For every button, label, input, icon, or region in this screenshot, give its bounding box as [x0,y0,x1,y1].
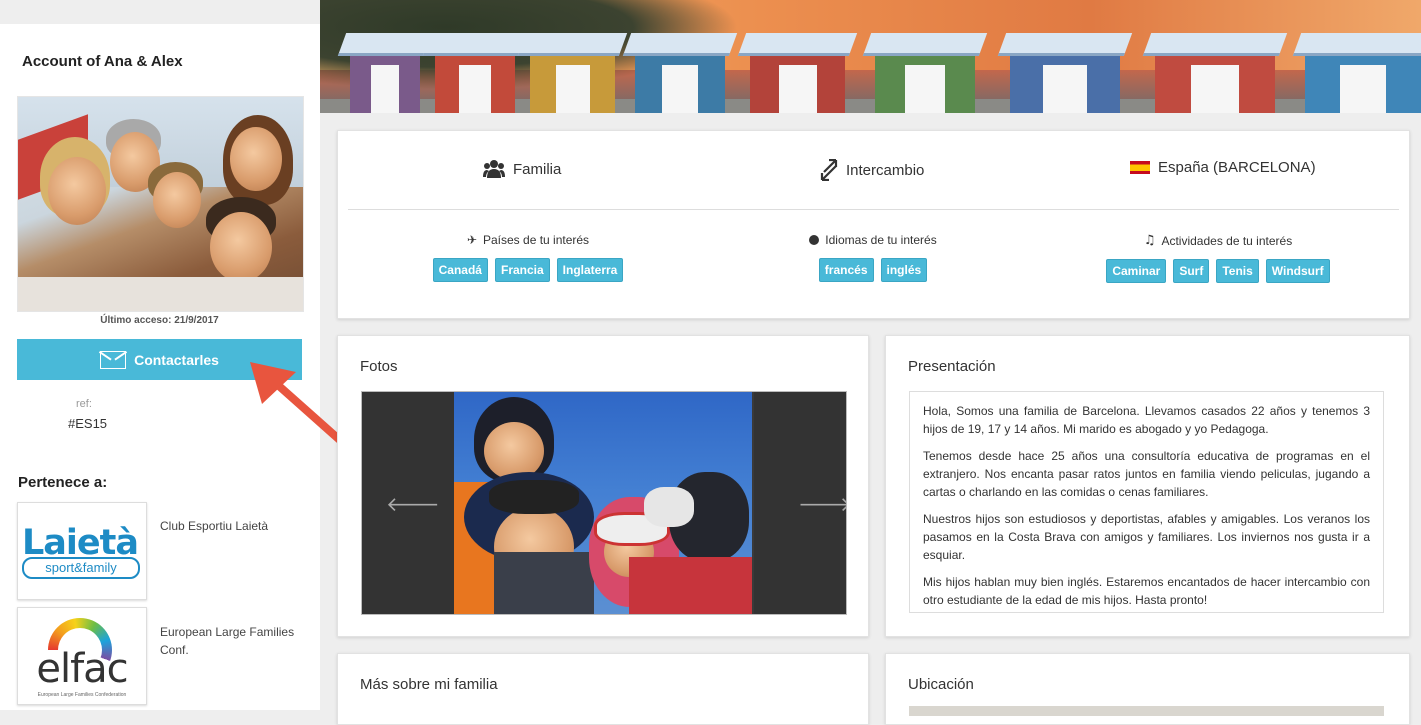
org-name-laieta[interactable]: Club Esportiu Laietà [160,517,310,535]
beach-hut [422,33,528,113]
countries-heading: Países de tu interés [483,233,590,247]
program-item: Intercambio [820,159,924,181]
belongs-to-heading: Pertenece a: [18,474,108,491]
location-label: España (BARCELONA) [1158,159,1316,176]
beach-hut [862,33,988,113]
profile-photo [17,96,304,312]
header-banner-image [320,0,1421,113]
org-name-elfac[interactable]: European Large Families Conf. [160,623,310,659]
country-tag[interactable]: Francia [494,258,550,282]
type-label: Familia [513,160,562,178]
presentation-paragraph: Nuestros hijos son estudiosos y deportis… [923,512,1370,562]
languages-block: Idiomas de tu interés francés inglés [723,233,1023,282]
presentation-paragraph: Mis hijos hablan muy bien inglés. Estare… [923,575,1370,607]
users-icon [483,160,505,178]
carousel-next-arrow-icon[interactable]: 🡒 [798,492,846,516]
presentation-paragraph: Hola, Somos una familia de Barcelona. Ll… [923,404,1370,436]
exchange-icon [820,159,838,181]
activities-heading: Actividades de tu interés [1161,233,1293,248]
presentation-text-box: Hola, Somos una familia de Barcelona. Ll… [909,391,1384,613]
countries-tags: Canadá Francia Inglaterra [378,258,678,282]
location-card: Ubicación [885,653,1410,725]
info-divider [348,209,1399,210]
envelope-icon [100,350,127,369]
location-card-title: Ubicación [908,676,974,693]
spain-flag-icon [1130,161,1150,174]
language-tag[interactable]: inglés [880,258,928,282]
country-tag[interactable]: Inglaterra [556,258,624,282]
activity-tag[interactable]: Windsurf [1265,259,1330,283]
laieta-logo-subtext: sport&family [45,560,117,575]
photos-title: Fotos [360,358,398,375]
beach-hut [622,33,738,113]
org-logo-laieta[interactable]: Laietà sport&family [17,502,147,600]
beach-hut [337,33,433,113]
countries-block: ✈ Países de tu interés Canadá Francia Ingl… [378,233,678,282]
activity-tag[interactable]: Caminar [1106,259,1167,283]
contact-button-label: Contactarles [134,351,219,368]
beach-hut [997,33,1133,113]
location-map[interactable] [909,706,1384,716]
program-label: Intercambio [846,161,925,179]
languages-tags: francés inglés [723,258,1023,282]
org-logo-elfac[interactable]: elfac European Large Families Confederat… [17,607,147,705]
account-title: Account of Ana & Alex [22,53,183,70]
globe-icon [809,235,820,245]
activities-block: ♫ Actividades de tu interés Caminar Surf T… [1068,233,1368,283]
activity-tag[interactable]: Tenis [1216,259,1259,283]
carousel-prev-arrow-icon[interactable]: 🡐 [386,492,440,516]
type-item: Familia [483,159,561,179]
elfac-logo-subtext: European Large Families Confederation [37,692,127,698]
laieta-logo-badge: sport&family [22,557,140,579]
photo-carousel[interactable]: 🡐 🡒 [361,391,847,615]
presentation-card: Presentación Hola, Somos una familia de … [885,335,1410,637]
ref-label: ref: [76,398,92,410]
beach-hut [1142,33,1288,113]
more-about-family-card: Más sobre mi familia [337,653,869,725]
annotation-arrow-icon [250,362,346,446]
ref-value: #ES15 [68,416,108,431]
plane-icon: ✈ [466,233,477,247]
presentation-paragraph: Tenemos desde hace 25 años una consultor… [923,449,1370,499]
activities-tags: Caminar Surf Tenis Windsurf [1068,259,1368,283]
last-access-text: Último acceso: 21/9/2017 [100,315,219,326]
elfac-logo-text: elfac [36,646,128,692]
beach-hut [1292,33,1421,113]
presentation-title: Presentación [908,358,996,375]
beach-hut [737,33,858,113]
activity-tag[interactable]: Surf [1173,259,1210,283]
location-item: España (BARCELONA) [1130,159,1316,176]
music-icon: ♫ [1143,233,1156,248]
info-card: Familia Intercambio España (BARCELONA) ✈… [337,130,1410,319]
beach-hut [517,33,628,113]
country-tag[interactable]: Canadá [432,258,488,282]
carousel-photo [454,392,752,614]
photos-card: Fotos 🡐 🡒 [337,335,869,637]
more-about-family-title: Más sobre mi familia [360,676,498,693]
language-tag[interactable]: francés [818,258,874,282]
languages-heading: Idiomas de tu interés [825,233,937,247]
